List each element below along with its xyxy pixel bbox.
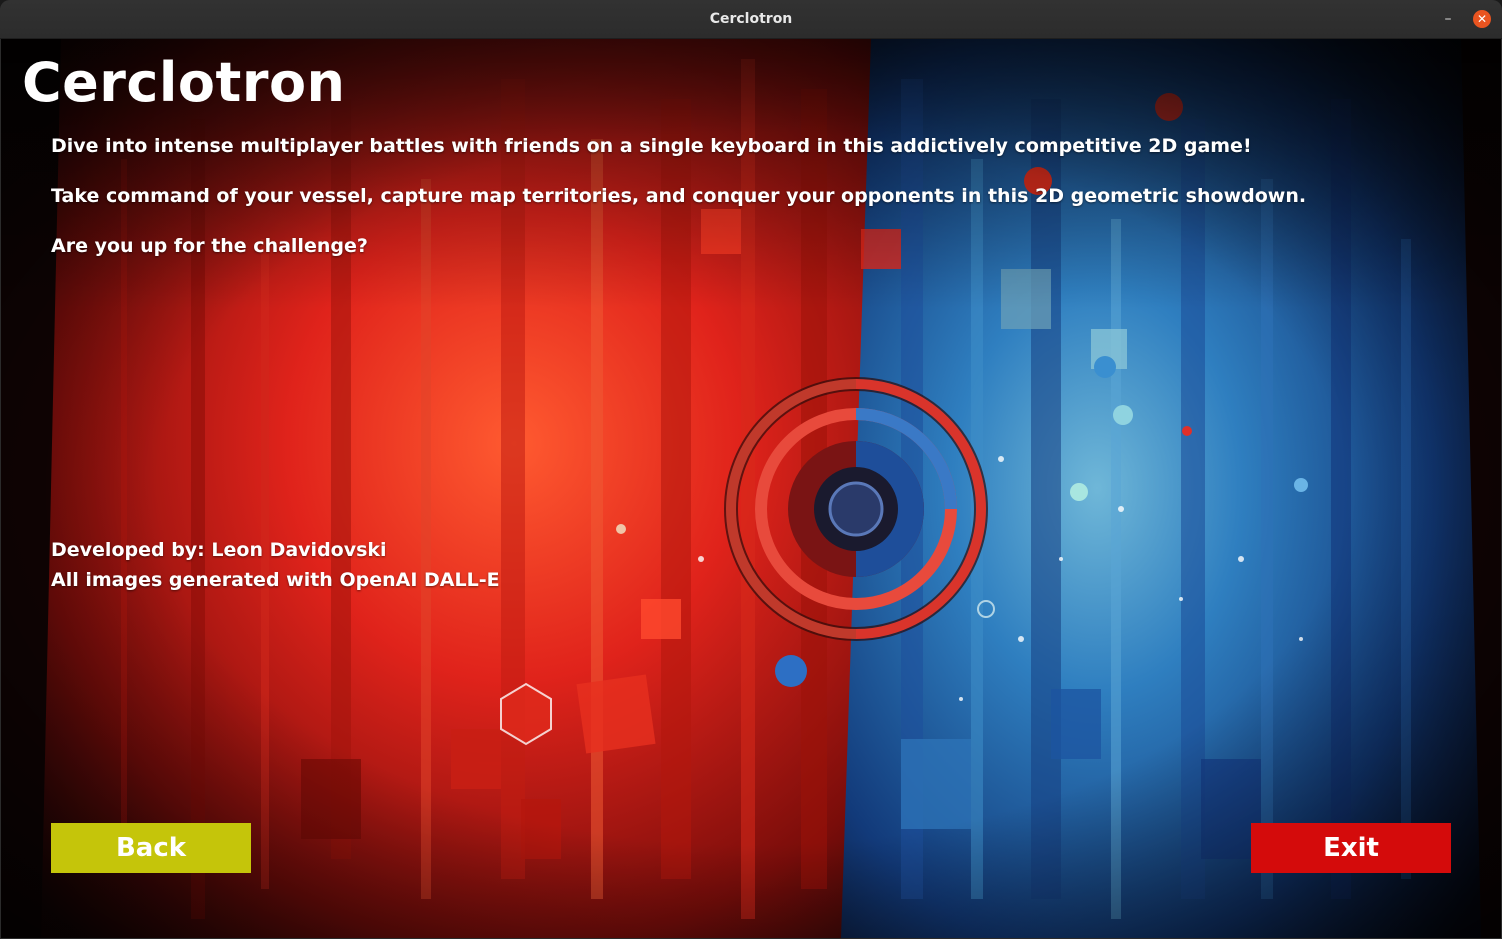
background-artwork [1,39,1501,938]
images-credit: All images generated with OpenAI DALL-E [51,569,500,591]
back-button[interactable]: Back [51,823,251,873]
title-bar[interactable]: Cerclotron – ✕ [0,0,1502,39]
challenge-paragraph: Are you up for the challenge? [51,235,368,257]
about-screen: Cerclotron Dive into intense multiplayer… [1,39,1501,938]
page-title: Cerclotron [22,51,346,114]
credits: Developed by: Leon Davidovski All images… [51,535,500,595]
gameplay-paragraph: Take command of your vessel, capture map… [51,185,1307,207]
intro-paragraph: Dive into intense multiplayer battles wi… [51,135,1252,157]
window-title: Cerclotron [709,11,793,27]
exit-button[interactable]: Exit [1251,823,1451,873]
app-window: Cerclotron – ✕ Cerclotron Dive into inte… [0,0,1502,939]
close-icon[interactable]: ✕ [1473,10,1491,28]
minimize-icon[interactable]: – [1440,12,1456,28]
developer-credit: Developed by: Leon Davidovski [51,539,387,561]
